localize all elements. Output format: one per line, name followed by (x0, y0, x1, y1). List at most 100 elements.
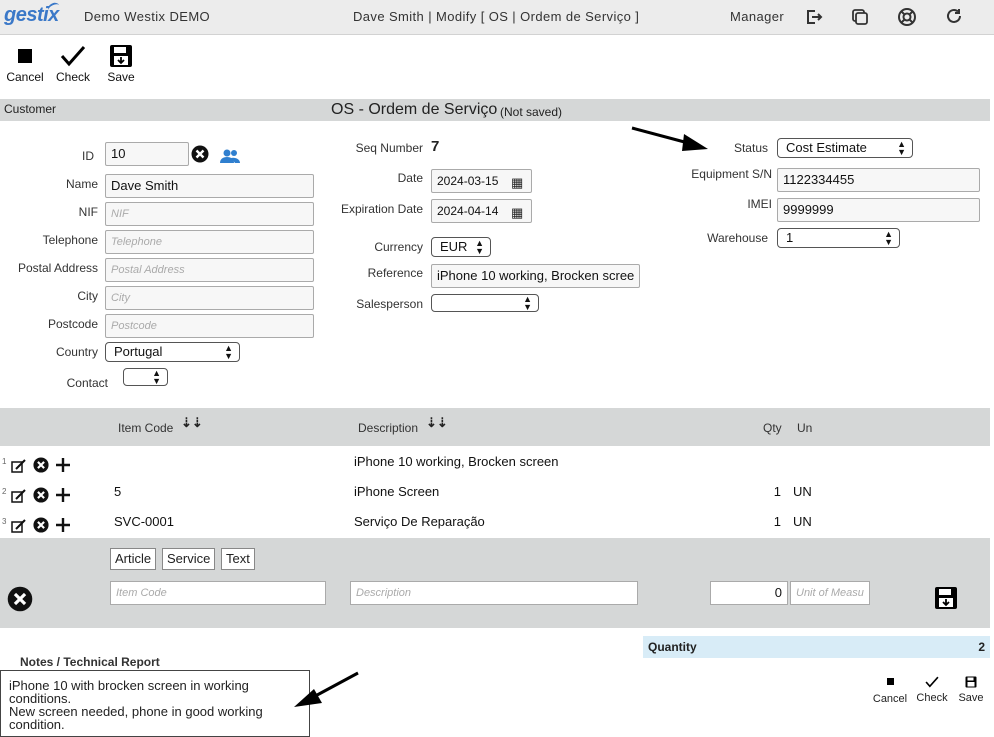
delete-row-icon[interactable] (33, 487, 49, 503)
top-bar: gestix Demo Westix DEMO Dave Smith | Mod… (0, 0, 994, 35)
row-description: Serviço De Reparação (354, 514, 485, 529)
equipment-sn-label: Equipment S/N (691, 167, 772, 181)
discard-line-icon[interactable] (7, 586, 33, 612)
name-label: Name (65, 177, 98, 191)
table-row: 2 5 iPhone Screen 1 UN (0, 483, 990, 507)
bottom-cancel-button[interactable]: Cancel (870, 676, 910, 705)
sort-icon[interactable]: ⇣⇣ (181, 415, 203, 431)
role-label[interactable]: Manager (730, 9, 784, 24)
delete-row-icon[interactable] (33, 517, 49, 533)
sort-icon[interactable]: ⇣⇣ (426, 415, 448, 431)
seq-number-label: Seq Number (355, 141, 423, 155)
cancel-button[interactable]: Cancel (0, 42, 50, 84)
bottom-save-label: Save (958, 692, 984, 704)
article-button[interactable]: Article (110, 548, 157, 570)
delete-row-icon[interactable] (33, 457, 49, 473)
edit-icon[interactable] (11, 489, 27, 504)
logout-icon[interactable] (804, 7, 824, 27)
check-icon (925, 676, 939, 688)
item-code-header[interactable]: Item Code (118, 421, 173, 435)
bottom-check-button[interactable]: Check (912, 676, 952, 704)
cancel-label: Cancel (6, 70, 44, 84)
insert-row-icon[interactable] (55, 457, 71, 473)
refresh-icon[interactable] (944, 7, 964, 27)
save-icon (965, 676, 977, 688)
status-select[interactable]: Cost Estimate ▲ ▼ (777, 138, 913, 158)
imei-label: IMEI (747, 197, 772, 211)
clear-id-icon[interactable] (191, 145, 209, 163)
quantity-summary-value: 2 (978, 640, 985, 654)
postcode-input[interactable]: Postcode (105, 314, 314, 338)
bottom-save-button[interactable]: Save (951, 676, 991, 704)
section-header: Customer OS - Ordem de Serviço (Not save… (0, 99, 990, 121)
telephone-input[interactable]: Telephone (105, 230, 314, 254)
bottom-check-label: Check (916, 692, 948, 704)
quantity-summary-label: Quantity (648, 640, 697, 654)
contact-select[interactable]: ▲ ▼ (123, 368, 168, 386)
window-title: Dave Smith | Modify [ OS | Ordem de Serv… (353, 9, 640, 24)
help-lifebuoy-icon[interactable] (897, 7, 917, 27)
id-label: ID (82, 149, 94, 163)
unit-input[interactable]: Unit of Measu (790, 581, 870, 605)
seq-number-value: 7 (431, 138, 440, 155)
company-name[interactable]: Demo Westix DEMO (84, 9, 210, 24)
equipment-sn-input[interactable]: 1122334455 (777, 168, 980, 192)
country-label: Country (55, 345, 98, 359)
row-unit: UN (793, 484, 812, 499)
reference-label: Reference (367, 266, 423, 280)
check-icon (60, 46, 86, 67)
currency-value: EUR (440, 239, 468, 254)
postal-address-input[interactable]: Postal Address (105, 258, 314, 282)
imei-input[interactable]: 9999999 (777, 198, 980, 222)
select-arrows-icon: ▲ ▼ (897, 139, 906, 157)
check-label: Check (55, 70, 90, 84)
notes-textarea[interactable]: iPhone 10 with brocken screen in working… (0, 670, 310, 737)
calendar-icon[interactable]: ▦ (511, 175, 523, 191)
quantity-input[interactable]: 0 (710, 581, 788, 605)
un-header: Un (797, 421, 813, 435)
customer-id-input[interactable]: 10 (105, 142, 189, 166)
table-row: 1 iPhone 10 working, Brocken screen (0, 453, 990, 477)
windows-icon[interactable] (850, 7, 870, 27)
currency-select[interactable]: EUR ▲ ▼ (431, 237, 491, 257)
description-input[interactable]: Description (350, 581, 638, 605)
edit-icon[interactable] (11, 519, 27, 534)
nif-input[interactable]: NIF (105, 202, 314, 226)
description-header[interactable]: Description (358, 421, 418, 435)
salesperson-label: Salesperson (356, 297, 423, 311)
row-qty: 1 (773, 514, 781, 529)
customers-search-icon[interactable] (219, 148, 241, 164)
warehouse-select[interactable]: 1 ▲ ▼ (777, 228, 900, 248)
city-input[interactable]: City (105, 286, 314, 310)
salesperson-select[interactable]: ▲ ▼ (431, 294, 539, 312)
save-label: Save (107, 70, 135, 84)
save-button[interactable]: Save (96, 42, 146, 84)
warehouse-value: 1 (786, 230, 794, 245)
row-number: 2 (2, 487, 7, 496)
notes-label: Notes / Technical Report (20, 655, 160, 669)
country-select[interactable]: Portugal ▲ ▼ (105, 342, 240, 362)
reference-input[interactable]: iPhone 10 working, Brocken scree (431, 264, 640, 288)
expiration-date-value: 2024-04-14 (437, 204, 499, 218)
insert-row-icon[interactable] (55, 487, 71, 503)
select-arrows-icon: ▲ ▼ (884, 229, 893, 247)
name-input[interactable]: Dave Smith (105, 174, 314, 198)
stop-icon (886, 678, 894, 685)
edit-icon[interactable] (11, 459, 27, 474)
insert-row-icon[interactable] (55, 517, 71, 533)
save-status-note: (Not saved) (500, 105, 563, 119)
country-value: Portugal (114, 344, 163, 359)
text-button[interactable]: Text (221, 548, 255, 570)
check-button[interactable]: Check (48, 42, 98, 84)
item-code-input[interactable]: Item Code (110, 581, 326, 605)
new-line-entry-panel: Article Service Text Item Code Descripti… (0, 538, 990, 628)
row-description: iPhone 10 working, Brocken screen (354, 454, 559, 469)
row-unit: UN (793, 514, 812, 529)
bottom-cancel-label: Cancel (872, 693, 908, 705)
customer-section-label: Customer (4, 102, 57, 116)
page-title: OS - Ordem de Serviço (331, 101, 498, 118)
save-line-icon[interactable] (934, 586, 958, 610)
stop-icon (18, 49, 32, 63)
calendar-icon[interactable]: ▦ (511, 205, 523, 221)
service-button[interactable]: Service (162, 548, 216, 570)
